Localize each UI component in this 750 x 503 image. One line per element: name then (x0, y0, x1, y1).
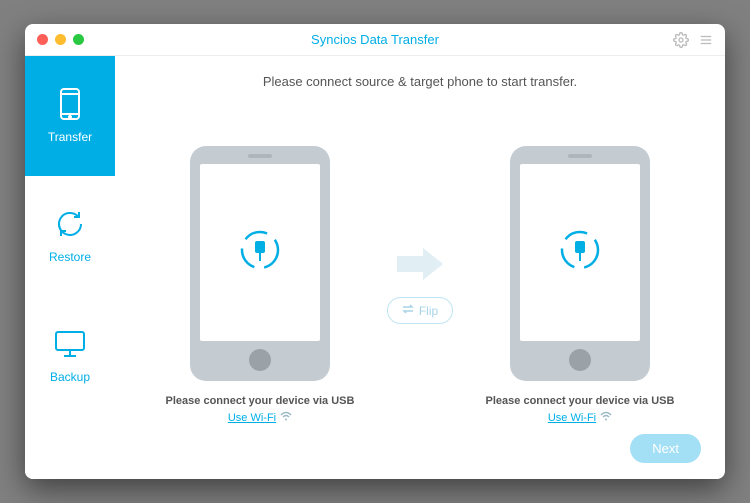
restore-icon (55, 208, 85, 240)
target-phone-placeholder (510, 146, 650, 381)
target-device-slot: Please connect your device via USB Use W… (475, 146, 685, 424)
sidebar-item-transfer[interactable]: Transfer (25, 56, 115, 176)
sidebar-item-label: Transfer (48, 130, 92, 144)
app-title: Syncios Data Transfer (25, 32, 725, 47)
swap-icon (402, 303, 414, 318)
target-status-text: Please connect your device via USB (486, 395, 675, 407)
titlebar: Syncios Data Transfer (25, 24, 725, 56)
source-wifi-link[interactable]: Use Wi-Fi (228, 411, 292, 424)
sidebar: Transfer Restore (25, 56, 115, 479)
maximize-window-button[interactable] (73, 34, 84, 45)
monitor-icon (54, 328, 86, 360)
phone-icon (60, 88, 80, 120)
menu-icon[interactable] (699, 33, 713, 47)
main-panel: Please connect source & target phone to … (115, 56, 725, 479)
settings-icon[interactable] (673, 32, 689, 48)
window-controls (37, 34, 84, 45)
wifi-icon (280, 411, 292, 424)
sidebar-item-label: Backup (50, 370, 90, 384)
center-controls: Flip (375, 246, 465, 324)
connector-icon (236, 226, 284, 279)
minimize-window-button[interactable] (55, 34, 66, 45)
sidebar-item-restore[interactable]: Restore (25, 176, 115, 296)
connector-icon (556, 226, 604, 279)
target-wifi-link[interactable]: Use Wi-Fi (548, 411, 612, 424)
sidebar-item-label: Restore (49, 250, 91, 264)
instruction-text: Please connect source & target phone to … (135, 74, 705, 89)
source-phone-placeholder (190, 146, 330, 381)
flip-button[interactable]: Flip (387, 297, 453, 324)
next-button[interactable]: Next (630, 434, 701, 463)
close-window-button[interactable] (37, 34, 48, 45)
sidebar-item-backup[interactable]: Backup (25, 296, 115, 416)
source-status-text: Please connect your device via USB (166, 395, 355, 407)
app-window: Syncios Data Transfer (25, 24, 725, 479)
source-device-slot: Please connect your device via USB Use W… (155, 146, 365, 424)
arrow-right-icon (397, 246, 443, 287)
wifi-icon (600, 411, 612, 424)
